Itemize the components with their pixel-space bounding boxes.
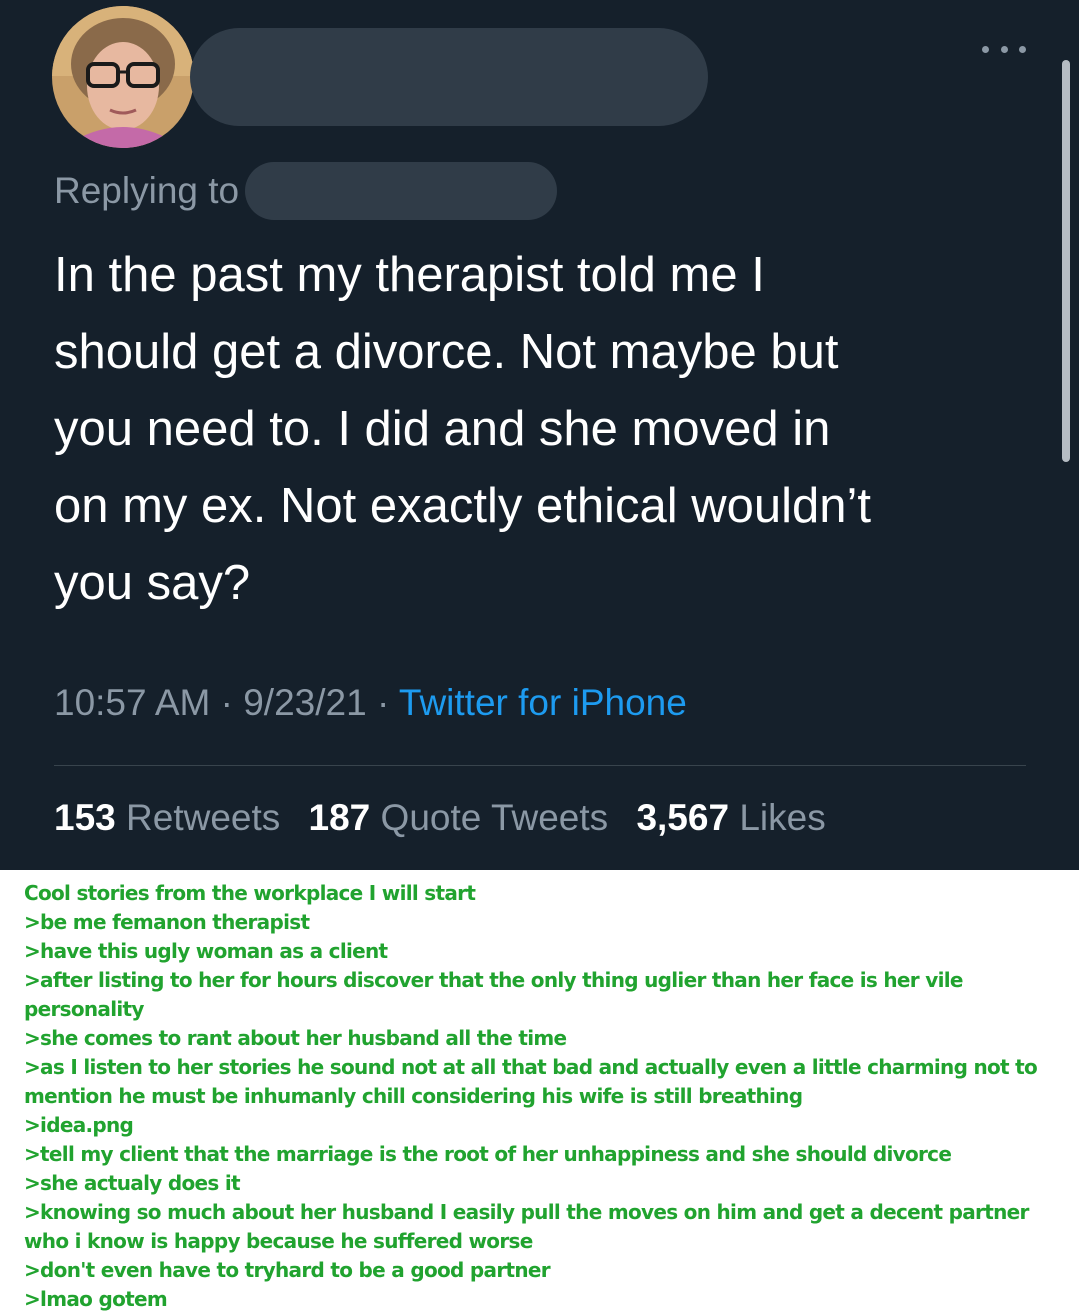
tweet-source-link[interactable]: Twitter for iPhone [399, 682, 687, 723]
dot [1019, 45, 1026, 53]
tweet-date[interactable]: 9/23/21 [243, 682, 366, 723]
greentext-line: >be me femanon therapist [24, 910, 310, 934]
dot [982, 45, 989, 53]
replying-to-label: Replying to [54, 170, 240, 211]
retweets-label: Retweets [126, 797, 281, 838]
separator: · [210, 682, 244, 723]
avatar-photo [52, 6, 194, 148]
tweet-card: Replying to In the past my therapist tol… [0, 0, 1079, 870]
scrollbar[interactable] [1062, 60, 1070, 462]
quote-tweets-count: 187 [308, 797, 371, 838]
quote-tweets-label: Quote Tweets [380, 797, 609, 838]
tweet-metadata: 10:57 AM · 9/23/21 · Twitter for iPhone [54, 682, 687, 724]
greentext-line: >knowing so much about her husband I eas… [24, 1200, 1029, 1253]
likes-stat[interactable]: 3,567 Likes [636, 797, 825, 838]
divider [54, 765, 1026, 766]
greentext-line: >tell my client that the marriage is the… [24, 1142, 952, 1166]
tweet-time[interactable]: 10:57 AM [54, 682, 210, 723]
tweet-text: In the past my therapist told me I shoul… [54, 248, 872, 610]
avatar[interactable] [52, 6, 194, 148]
greentext-line: >have this ugly woman as a client [24, 939, 388, 963]
author-name-redaction [190, 28, 708, 126]
greentext-line: >she actualy does it [24, 1171, 241, 1195]
retweets-stat[interactable]: 153 Retweets [54, 797, 280, 838]
quote-tweets-stat[interactable]: 187 Quote Tweets [309, 797, 609, 838]
tweet-stats: 153 Retweets 187 Quote Tweets 3,567 Like… [54, 797, 844, 839]
greentext-line: Cool stories from the workplace I will s… [24, 881, 476, 905]
dot [1000, 45, 1008, 53]
greentext-line: >don't even have to tryhard to be a good… [24, 1258, 551, 1282]
greentext-line: >she comes to rant about her husband all… [24, 1026, 567, 1050]
greentext-line: >as I listen to her stories he sound not… [24, 1055, 1038, 1108]
retweets-count: 153 [54, 797, 116, 838]
greentext-story: Cool stories from the workplace I will s… [24, 879, 1064, 1314]
greentext-line: >lmao gotem [24, 1287, 168, 1311]
reply-handle-redaction [245, 162, 558, 220]
more-horizontal-icon[interactable] [982, 40, 1026, 58]
greentext-line: >idea.png [24, 1113, 134, 1137]
likes-count: 3,567 [636, 797, 730, 838]
greentext-line: >after listing to her for hours discover… [24, 968, 963, 1021]
separator: · [366, 682, 399, 723]
likes-label: Likes [739, 797, 826, 838]
replying-to-row: Replying to [54, 162, 558, 220]
